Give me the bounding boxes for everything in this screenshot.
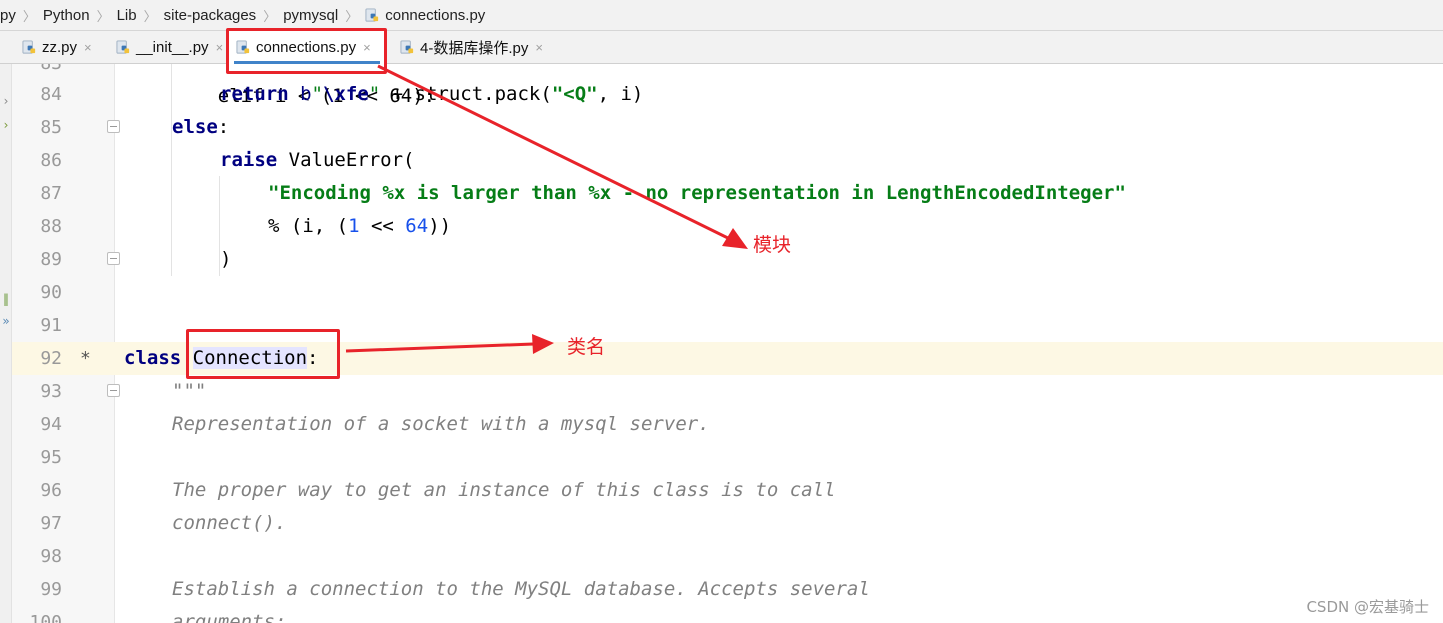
docstring: """ bbox=[172, 380, 207, 402]
number-literal: 64 bbox=[405, 215, 429, 237]
breadcrumb-item-pymysql[interactable]: pymysql bbox=[283, 0, 338, 31]
python-file-icon bbox=[22, 40, 37, 55]
line-number: 91 bbox=[40, 315, 62, 336]
code-text: ValueError( bbox=[277, 149, 415, 171]
code-line: "Encoding %x is larger than %x - no repr… bbox=[268, 177, 1126, 210]
module-annotation-label: 模块 bbox=[753, 234, 792, 256]
breadcrumb-label: connections.py bbox=[385, 6, 486, 24]
code-line: """ bbox=[172, 375, 206, 408]
line-number: 90 bbox=[40, 282, 62, 303]
line-number: 89 bbox=[40, 249, 62, 270]
docstring: The proper way to get an instance of thi… bbox=[172, 479, 836, 501]
line-number: 86 bbox=[40, 150, 62, 171]
code-text: << bbox=[359, 215, 406, 237]
number-literal: 1 bbox=[348, 215, 360, 237]
code-line: ) bbox=[220, 243, 231, 276]
string-literal: "Encoding %x is larger than %x - no repr… bbox=[268, 182, 1126, 204]
line-number: 85 bbox=[40, 117, 62, 138]
string-literal: " bbox=[368, 83, 381, 105]
editor-tab-bar: zz.py × __init__.py × connections.py × 4… bbox=[0, 31, 1443, 64]
code-line: else: bbox=[172, 111, 229, 144]
breadcrumb-item-py[interactable]: py bbox=[0, 0, 16, 31]
code-text: % (i, ( bbox=[268, 215, 349, 237]
breadcrumb-item-python[interactable]: Python bbox=[43, 0, 90, 31]
code-text: , i) bbox=[597, 83, 644, 105]
line-number: 92 bbox=[40, 348, 62, 369]
tool-window-strip: › › ‖ » bbox=[0, 64, 12, 623]
breadcrumb-separator: 〉 bbox=[22, 8, 36, 24]
line-number: 100 bbox=[29, 612, 62, 623]
string-literal: " bbox=[311, 83, 323, 105]
python-file-icon bbox=[116, 40, 131, 55]
code-line: Establish a connection to the MySQL data… bbox=[172, 573, 870, 606]
tab-label: zz.py bbox=[42, 39, 78, 56]
tab-label: __init__.py bbox=[136, 39, 209, 56]
python-file-icon bbox=[365, 7, 380, 23]
fold-marker-icon[interactable] bbox=[107, 384, 120, 397]
keyword: return bbox=[220, 83, 289, 105]
fold-marker-icon[interactable] bbox=[107, 252, 120, 265]
line-number: 97 bbox=[40, 513, 62, 534]
docstring: connect(). bbox=[172, 512, 287, 534]
close-icon[interactable]: × bbox=[216, 40, 224, 55]
breadcrumb-item-site-packages[interactable]: site-packages bbox=[164, 0, 257, 31]
code-text: + struct.pack( bbox=[380, 83, 552, 105]
line-number: 99 bbox=[40, 579, 62, 600]
code-text: ) bbox=[220, 248, 232, 270]
line-number: 87 bbox=[40, 183, 62, 204]
watermark: CSDN @宏基骑士 bbox=[1306, 598, 1429, 616]
docstring: Establish a connection to the MySQL data… bbox=[172, 578, 870, 600]
tab-label: 4-数据库操作.py bbox=[420, 40, 529, 57]
close-icon[interactable]: × bbox=[535, 40, 543, 55]
breadcrumb-separator: 〉 bbox=[263, 8, 277, 24]
breadcrumb: py 〉 Python 〉 Lib 〉 site-packages 〉 pymy… bbox=[0, 0, 1443, 31]
line-number: 95 bbox=[40, 447, 62, 468]
breadcrumb-separator: 〉 bbox=[143, 8, 157, 24]
keyword: else bbox=[172, 116, 218, 138]
line-number: 98 bbox=[40, 546, 62, 567]
code-line: % (i, (1 << 64)) bbox=[268, 210, 451, 243]
line-number: 84 bbox=[40, 84, 62, 105]
breadcrumb-separator: 〉 bbox=[345, 8, 359, 24]
code-line: raise ValueError( bbox=[220, 144, 414, 177]
breadcrumb-item-lib[interactable]: Lib bbox=[117, 0, 137, 31]
tab-database-ops-py[interactable]: 4-数据库操作.py × bbox=[392, 31, 552, 64]
class-annotation-label: 类名 bbox=[567, 336, 606, 358]
byte-prefix: b bbox=[300, 83, 312, 105]
module-highlight-box bbox=[226, 28, 387, 74]
line-number: 96 bbox=[40, 480, 62, 501]
breadcrumb-separator: 〉 bbox=[96, 8, 110, 24]
code-text: : bbox=[217, 116, 230, 138]
debug-icon[interactable]: » bbox=[0, 314, 12, 328]
code-line: connect(). bbox=[172, 507, 286, 540]
string-literal: "<Q" bbox=[551, 83, 598, 105]
class-highlight-box bbox=[186, 329, 340, 379]
code-text: )) bbox=[428, 215, 452, 237]
escape-sequence: \xfe bbox=[323, 83, 369, 105]
line-number: 94 bbox=[40, 414, 62, 435]
close-icon[interactable]: × bbox=[84, 40, 92, 55]
tab-zz-py[interactable]: zz.py × bbox=[14, 31, 108, 64]
modified-marker: * bbox=[80, 348, 91, 369]
fold-marker-icon[interactable] bbox=[107, 120, 120, 133]
code-line: return b"\xfe" + struct.pack("<Q", i) bbox=[220, 78, 643, 111]
python-file-icon bbox=[400, 40, 415, 55]
chevron-right-icon[interactable]: › bbox=[0, 118, 12, 132]
keyword: raise bbox=[220, 149, 278, 171]
keyword: class bbox=[124, 347, 182, 369]
breadcrumb-item-connections[interactable]: connections.py bbox=[365, 0, 485, 31]
structure-icon[interactable]: ‖ bbox=[0, 292, 12, 306]
chevron-right-icon[interactable]: › bbox=[0, 94, 12, 108]
docstring: arguments: bbox=[172, 611, 287, 623]
code-line: Representation of a socket with a mysql … bbox=[172, 408, 710, 441]
code-line: The proper way to get an instance of thi… bbox=[172, 474, 835, 507]
docstring: Representation of a socket with a mysql … bbox=[172, 413, 710, 435]
tab-init-py[interactable]: __init__.py × bbox=[108, 31, 228, 64]
line-number: 88 bbox=[40, 216, 62, 237]
line-number: 93 bbox=[40, 381, 62, 402]
code-line: arguments: bbox=[172, 606, 286, 623]
